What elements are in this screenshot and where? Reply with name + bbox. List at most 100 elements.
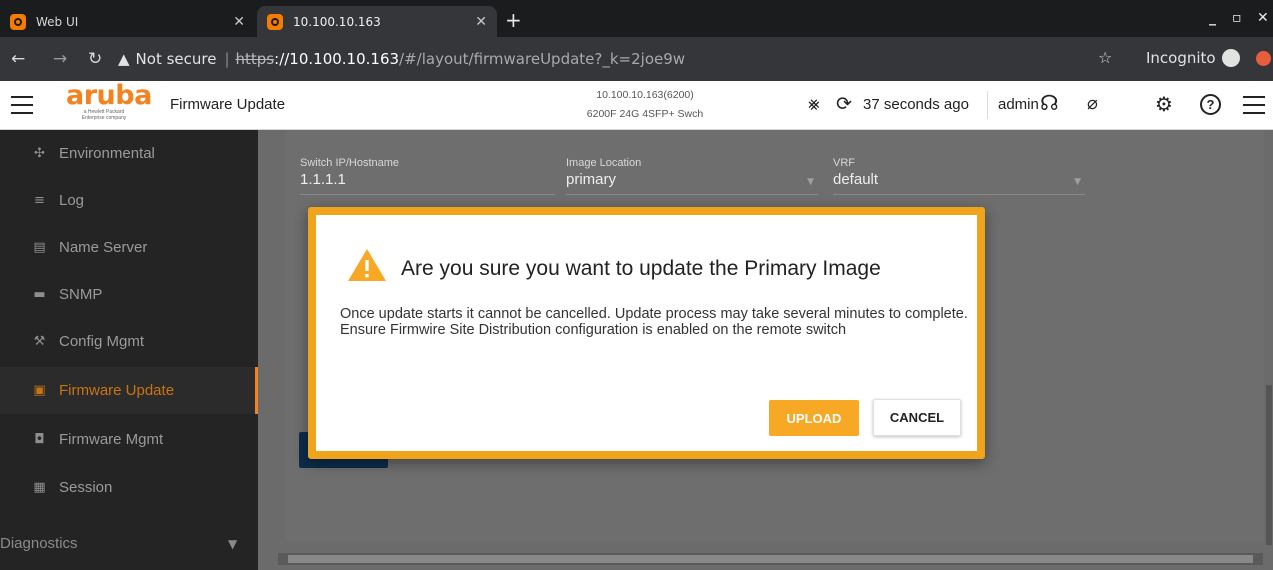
field-value: 1.1.1.1 xyxy=(300,171,346,188)
aruba-favicon-icon xyxy=(267,13,283,30)
dialog-message: Once update starts it cannot be cancelle… xyxy=(340,306,968,322)
warning-triangle-icon: ▲ xyxy=(118,50,130,68)
image-location-select[interactable]: Image Location primary ▼ xyxy=(566,157,818,195)
refresh-icon[interactable]: ⟳ xyxy=(836,93,852,115)
window-close-icon[interactable]: ✕ xyxy=(1257,10,1269,26)
dropdown-caret-icon: ▼ xyxy=(1074,177,1081,187)
wrench-icon: ⚒ xyxy=(33,334,46,349)
browser-tab-strip: Web UI ✕ 10.100.10.163 ✕ + _ ▫ ✕ xyxy=(0,0,1273,37)
sidebar-item-firmware-update[interactable]: ▣ Firmware Update xyxy=(0,367,258,414)
tab-title: 10.100.10.163 xyxy=(293,14,381,29)
close-tab-icon[interactable]: ✕ xyxy=(233,14,245,30)
url-path: /#/layout/firmwareUpdate?_k=2joe9w xyxy=(399,50,686,68)
browser-tab-webui[interactable]: Web UI ✕ xyxy=(0,6,255,37)
sidebar-item-session[interactable]: ▦ Session xyxy=(0,464,258,511)
field-label: Image Location xyxy=(566,157,642,169)
new-tab-button[interactable]: + xyxy=(505,8,522,32)
firmware-update-icon: ▣ xyxy=(33,383,46,398)
device-model: 6200F 24G 4SFP+ Swch xyxy=(586,108,704,120)
dialog-content: Are you sure you want to update the Prim… xyxy=(316,215,977,451)
settings-gear-icon[interactable]: ⚙ xyxy=(1155,92,1173,116)
location-off-icon[interactable]: ⌀ xyxy=(1087,93,1098,114)
menu-hamburger-icon[interactable] xyxy=(11,96,33,114)
browser-tab-active[interactable]: 10.100.10.163 ✕ xyxy=(257,6,497,37)
incognito-indicator[interactable]: Incognito xyxy=(1146,49,1240,67)
scrollbar-thumb[interactable] xyxy=(288,555,1253,563)
restore-icon[interactable]: ▫ xyxy=(1232,10,1242,26)
sidebar-item-label: SNMP xyxy=(59,286,103,303)
field-label: VRF xyxy=(833,157,855,169)
notifications-off-icon[interactable]: ⨳ xyxy=(808,93,820,115)
field-underline xyxy=(833,194,1085,195)
dropdown-caret-icon: ▼ xyxy=(807,177,814,187)
minimize-icon[interactable]: _ xyxy=(1209,10,1216,26)
address-separator: | xyxy=(224,50,230,68)
snmp-icon: ▬ xyxy=(33,287,46,302)
sidebar-item-label: Config Mgmt xyxy=(59,333,145,350)
user-icon[interactable]: ☊ xyxy=(1040,91,1059,115)
device-address: 10.100.10.163(6200) xyxy=(596,89,694,101)
dialog-note: Ensure Firmwire Site Distribution config… xyxy=(340,322,847,338)
back-arrow-icon[interactable]: ← xyxy=(11,49,25,69)
warning-icon xyxy=(348,249,386,281)
field-value: default xyxy=(833,171,879,188)
last-refresh-time: 37 seconds ago xyxy=(863,96,969,113)
sidebar-item-label: Log xyxy=(59,192,85,209)
field-underline xyxy=(300,194,555,195)
sidebar-item-config-mgmt[interactable]: ⚒ Config Mgmt xyxy=(0,318,258,365)
sidebar: ✣ Environmental ≡ Log ▤ Name Server ▬ SN… xyxy=(0,130,258,570)
sidebar-item-label: Firmware Update xyxy=(59,382,175,399)
upload-button[interactable]: UPLOAD xyxy=(769,400,859,436)
sidebar-section-diagnostics[interactable]: Diagnostics ▼ xyxy=(0,520,258,567)
clipboard-icon: ▦ xyxy=(33,480,46,495)
sidebar-item-log[interactable]: ≡ Log xyxy=(0,177,258,224)
aruba-favicon-icon xyxy=(10,13,26,30)
aruba-logo: aruba a Hewlett Packard Enterprise compa… xyxy=(66,80,158,125)
reload-icon[interactable]: ↻ xyxy=(88,49,102,69)
url-host: ://10.100.10.163 xyxy=(274,50,400,68)
page-title: Firmware Update xyxy=(170,96,286,113)
sidebar-item-name-server[interactable]: ▤ Name Server xyxy=(0,224,258,271)
address-bar[interactable]: ▲ Not secure | https://10.100.10.163/#/l… xyxy=(118,43,1118,75)
more-menu-icon[interactable] xyxy=(1243,96,1265,114)
sidebar-item-label: Environmental xyxy=(59,145,155,162)
chevron-down-icon: ▼ xyxy=(228,536,238,551)
tab-title: Web UI xyxy=(36,14,79,29)
device-info: 10.100.10.163(6200) 6200F 24G 4SFP+ Swch xyxy=(560,86,730,124)
browser-navbar: ← → ↻ ▲ Not secure | https://10.100.10.1… xyxy=(0,37,1273,81)
sidebar-item-snmp[interactable]: ▬ SNMP xyxy=(0,271,258,318)
field-value: primary xyxy=(566,171,617,188)
security-label: Not secure xyxy=(135,50,217,68)
header-divider xyxy=(987,91,988,119)
user-name: admin xyxy=(998,96,1039,113)
sidebar-item-label: Session xyxy=(59,479,113,496)
field-underline xyxy=(566,194,818,195)
extension-icon[interactable] xyxy=(1256,51,1271,66)
close-tab-icon[interactable]: ✕ xyxy=(475,14,487,30)
cancel-button[interactable]: CANCEL xyxy=(873,399,961,436)
confirm-update-dialog: Are you sure you want to update the Prim… xyxy=(308,207,985,459)
field-label: Switch IP/Hostname xyxy=(300,157,400,169)
app-header: aruba a Hewlett Packard Enterprise compa… xyxy=(0,81,1273,130)
fan-icon: ✣ xyxy=(34,146,45,161)
switch-hostname-field[interactable]: Switch IP/Hostname 1.1.1.1 xyxy=(300,157,555,195)
sidebar-item-firmware-mgmt[interactable]: ◘ Firmware Mgmt xyxy=(0,416,258,463)
logo-wordmark: aruba xyxy=(66,80,152,111)
forward-arrow-icon[interactable]: → xyxy=(53,49,67,69)
incognito-icon xyxy=(1221,49,1240,67)
list-icon: ≡ xyxy=(34,193,45,208)
vertical-scrollbar[interactable] xyxy=(1266,385,1272,545)
dialog-body: Once update starts it cannot be cancelle… xyxy=(340,306,980,338)
horizontal-scrollbar[interactable] xyxy=(278,553,1263,565)
server-icon: ▤ xyxy=(33,240,46,255)
help-icon[interactable]: ? xyxy=(1200,94,1221,115)
vrf-select[interactable]: VRF default ▼ xyxy=(833,157,1085,195)
sidebar-item-environmental[interactable]: ✣ Environmental xyxy=(0,130,258,177)
bookmark-star-icon[interactable]: ☆ xyxy=(1098,48,1112,67)
url-scheme: https xyxy=(235,50,275,68)
firmware-mgmt-icon: ◘ xyxy=(34,432,45,447)
sidebar-item-label: Name Server xyxy=(59,239,148,256)
dialog-title: Are you sure you want to update the Prim… xyxy=(401,257,881,280)
sidebar-section-label: Diagnostics xyxy=(0,535,78,552)
sidebar-item-label: Firmware Mgmt xyxy=(59,431,164,448)
